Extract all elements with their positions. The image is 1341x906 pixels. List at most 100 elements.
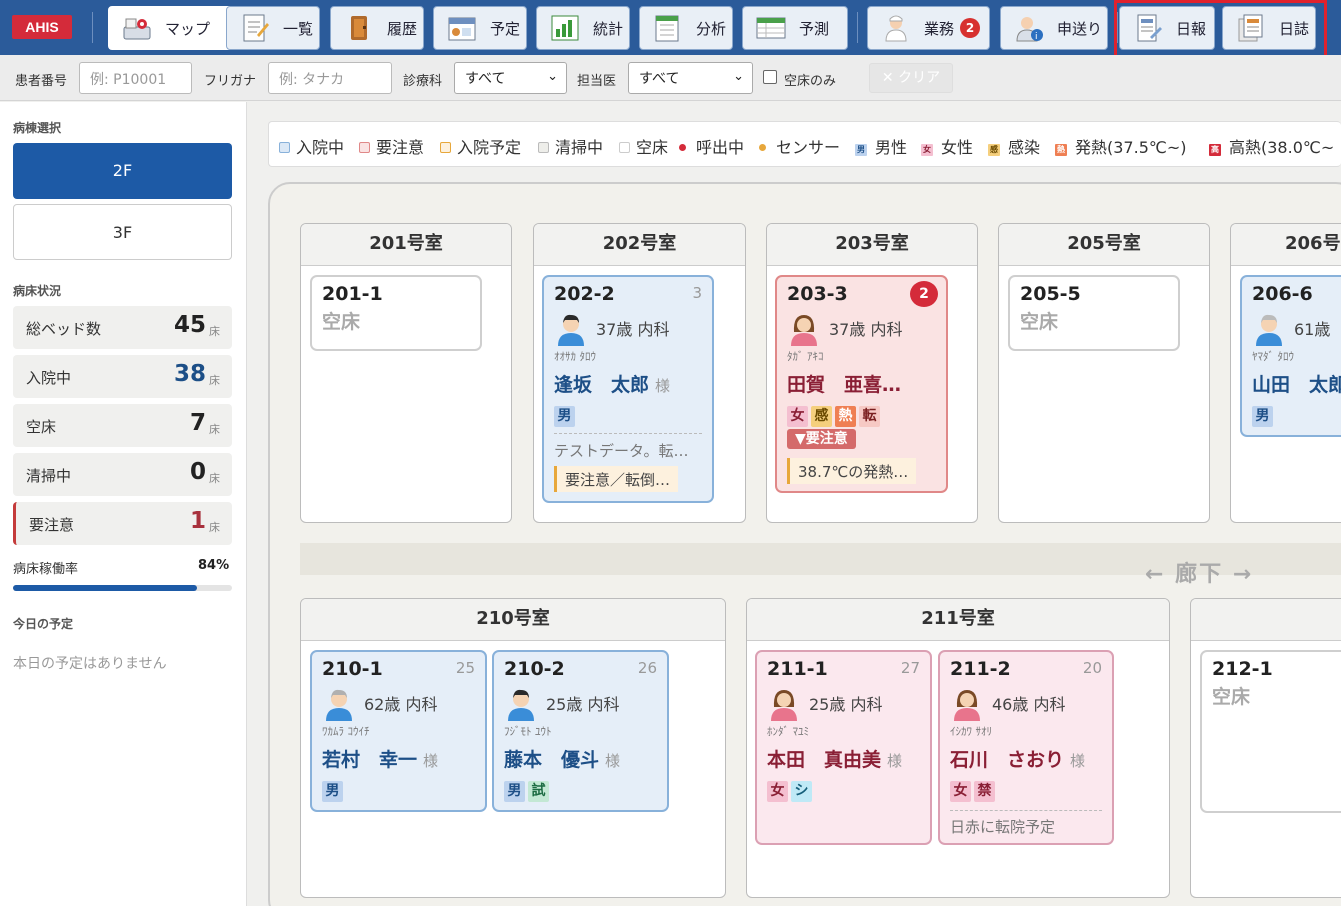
nurse-icon	[880, 13, 912, 43]
bed-card-210-1[interactable]: 210-1 25 62歳 内科 ﾜｶﾑﾗ ｺｳｲﾁ 若村 幸一様 男	[310, 650, 487, 812]
white-square-icon	[619, 142, 630, 153]
bed-card-203-3[interactable]: 203-3 2 37歳 内科 ﾀｶﾞ ｱｷｺ 田賀 亜喜… 女 感 熱 転 ▼要…	[775, 275, 948, 493]
legend-item: 男男性	[855, 138, 908, 157]
call-count-badge: 2	[910, 281, 938, 307]
fever-icon: 熱	[1055, 144, 1067, 156]
elderly-patient-avatar-icon	[324, 687, 354, 721]
bed-card-205-5[interactable]: 205-5 空床	[1008, 275, 1180, 351]
nav-analysis-button[interactable]: 分析	[639, 6, 733, 50]
red-square-icon	[359, 142, 370, 153]
trial-tag: 試	[528, 781, 549, 802]
legend-item: 入院予定	[440, 134, 521, 158]
female-patient-avatar-icon	[952, 687, 982, 721]
legend: 入院中 要注意 入院予定 清掃中 空床 呼出中 センサー 男男性 女女性 感感染…	[268, 121, 1341, 167]
male-tag: 男	[504, 781, 525, 802]
bed-card-206-6[interactable]: 206-6 61歳 ﾔﾏﾀﾞ ﾀﾛｳ 山田 太郎 男	[1240, 275, 1341, 437]
room-title: 205号室	[999, 224, 1209, 266]
care-note: 要注意／転倒…	[554, 466, 679, 492]
legend-item: 女女性	[921, 138, 974, 157]
nav-statistics-button[interactable]: 統計	[536, 6, 630, 50]
department-select[interactable]: すべて ⌄	[454, 62, 567, 94]
male-tag: 男	[1252, 406, 1273, 427]
ward-heading: 病棟選択	[13, 121, 62, 135]
vacant-only-label: 空床のみ	[784, 74, 837, 89]
caution-badge: ▼要注意	[787, 429, 856, 449]
occupancy-label: 病床稼働率	[13, 562, 79, 577]
female-tag: 女	[787, 406, 808, 427]
infection-tag: 感	[811, 406, 832, 427]
highlight-box	[1114, 0, 1327, 63]
tasks-count-badge: 2	[960, 18, 981, 38]
orange-square-icon	[440, 142, 451, 153]
app-logo: AHIS	[12, 15, 72, 39]
bed-card-211-1[interactable]: 211-1 27 25歳 内科 ﾎﾝﾀﾞ ﾏﾕﾐ 本田 真由美様 女 シ	[755, 650, 932, 845]
schedule-icon	[446, 13, 478, 43]
nav-tasks-button[interactable]: 業務 2	[867, 6, 990, 50]
patient-name: 田賀 亜喜…	[787, 374, 902, 396]
patient-tags: 女 感 熱 転	[787, 406, 880, 427]
patient-tags: 男	[322, 781, 343, 802]
patient-tags: 女 禁	[950, 781, 995, 802]
stat-inpatient: 入院中 38 床	[13, 355, 232, 398]
room-title: 206号	[1231, 224, 1341, 266]
patient-id-label: 患者番号	[15, 74, 68, 89]
bed-card-202-2[interactable]: 202-2 3 37歳 内科 ｵｵｻｶ ﾀﾛｳ 逢坂 太郎様 男 テストデータ。…	[542, 275, 714, 503]
male-patient-avatar-icon	[506, 687, 536, 721]
ward-3f-button[interactable]: 3F	[13, 204, 232, 260]
forecast-icon	[755, 13, 787, 43]
stat-caution: 要注意 1 床	[13, 502, 232, 545]
stat-total-beds: 総ベッド数 45 床	[13, 306, 232, 349]
infection-icon: 感	[988, 144, 1000, 156]
furigana-input[interactable]: 例: タナカ	[268, 62, 392, 94]
patient-tags: 男	[554, 406, 575, 427]
today-empty-text: 本日の予定はありません	[13, 656, 167, 672]
female-icon: 女	[921, 144, 933, 156]
patient-tags: 男 試	[504, 781, 549, 802]
patient-name: 山田 太郎	[1252, 374, 1341, 396]
legend-item: 空床	[619, 134, 668, 158]
statistics-icon	[549, 13, 581, 43]
bed-card-212-1[interactable]: 212-1 空床	[1200, 650, 1341, 813]
nav-map-button[interactable]: マップ	[108, 6, 243, 50]
svg-text:i: i	[1035, 32, 1038, 42]
patient-note: テストデータ。転…	[554, 442, 689, 460]
legend-item: 呼出中	[679, 134, 744, 158]
patient-id-input[interactable]: 例: P10001	[79, 62, 192, 94]
gray-square-icon	[538, 142, 549, 153]
ward-2f-button[interactable]: 2F	[13, 143, 232, 199]
divider	[92, 12, 93, 43]
nav-handover-button[interactable]: i 申送り	[1000, 6, 1108, 50]
elderly-patient-avatar-icon	[1254, 312, 1284, 346]
nav-schedule-button[interactable]: 予定	[433, 6, 527, 50]
corridor-label: ← 廊下 →	[1145, 562, 1254, 587]
legend-item: 感感染	[988, 138, 1041, 157]
stat-cleaning: 清掃中 0 床	[13, 453, 232, 496]
nav-history-button[interactable]: 履歴	[330, 6, 424, 50]
vacant-only-checkbox[interactable]	[763, 70, 777, 84]
room-title: 201号室	[301, 224, 511, 266]
patient-note: 日赤に転院予定	[950, 818, 1056, 836]
female-patient-avatar-icon	[769, 687, 799, 721]
bed-card-201-1[interactable]: 201-1 空床	[310, 275, 482, 351]
nav-forecast-button[interactable]: 予測	[742, 6, 848, 50]
bed-card-211-2[interactable]: 211-2 20 46歳 内科 ｲｼｶﾜ ｻｵﾘ 石川 さおり様 女 禁 日赤に…	[938, 650, 1114, 845]
shi-tag: シ	[791, 781, 812, 802]
female-tag: 女	[767, 781, 788, 802]
today-heading: 今日の予定	[13, 617, 74, 631]
patient-name: 石川 さおり様	[950, 749, 1086, 771]
doctor-select[interactable]: すべて ⌄	[628, 62, 753, 94]
nav-list-button[interactable]: 一覧	[226, 6, 320, 50]
filter-bar: 患者番号 例: P10001 フリガナ 例: タナカ 診療科 すべて ⌄ 担当医…	[0, 55, 1341, 101]
room-title: 202号室	[534, 224, 745, 266]
patient-tags: 女 シ	[767, 781, 812, 802]
male-icon: 男	[855, 144, 867, 156]
patient-tags: 男	[1252, 406, 1273, 427]
clear-button[interactable]: ✕ クリア	[869, 63, 953, 93]
map-icon	[121, 13, 153, 43]
bed-card-210-2[interactable]: 210-2 26 25歳 内科 ﾌｼﾞﾓﾄ ﾕｳﾄ 藤本 優斗様 男 試	[492, 650, 669, 812]
red-dot-icon	[679, 144, 686, 151]
male-patient-avatar-icon	[556, 312, 586, 346]
divider	[857, 12, 858, 43]
room-title: 203号室	[767, 224, 977, 266]
stat-vacant: 空床 7 床	[13, 404, 232, 447]
